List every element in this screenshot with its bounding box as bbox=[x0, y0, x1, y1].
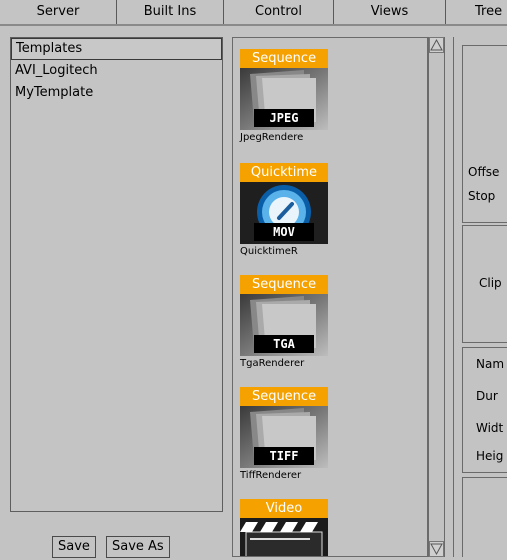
duration-label: Dur bbox=[476, 389, 498, 403]
renderer-header: Sequence bbox=[240, 49, 328, 68]
renderer-item-video[interactable]: Video bbox=[240, 499, 330, 556]
sequence-icon: TIFF bbox=[240, 406, 328, 468]
triangle-down-icon bbox=[430, 543, 443, 556]
format-label: TIFF bbox=[254, 447, 314, 465]
template-item-templates[interactable]: Templates bbox=[11, 38, 222, 60]
renderer-item-tga[interactable]: Sequence TGA TgaRenderer bbox=[240, 275, 330, 371]
width-label: Widt bbox=[476, 421, 504, 435]
height-label: Heig bbox=[476, 449, 504, 463]
template-item-mytemplate[interactable]: MyTemplate bbox=[11, 82, 222, 104]
tab-tree[interactable]: Tree bbox=[446, 0, 507, 24]
tab-views[interactable]: Views bbox=[334, 0, 446, 24]
renderer-header: Sequence bbox=[240, 387, 328, 406]
sequence-icon: JPEG bbox=[240, 68, 328, 130]
tab-built-ins[interactable]: Built Ins bbox=[117, 0, 224, 24]
renderer-scrollbar[interactable] bbox=[428, 37, 445, 557]
renderer-caption: TiffRenderer bbox=[240, 470, 302, 481]
renderer-caption: QuicktimeR bbox=[240, 246, 298, 257]
save-button[interactable]: Save bbox=[52, 536, 96, 558]
renderer-list[interactable]: Sequence JPEG JpegRendere Quicktime MOV … bbox=[232, 37, 428, 557]
renderer-header: Video bbox=[240, 499, 328, 518]
format-label: MOV bbox=[254, 223, 314, 241]
scroll-up-button[interactable] bbox=[429, 37, 444, 53]
renderer-caption: JpegRendere bbox=[240, 132, 304, 143]
scroll-down-button[interactable] bbox=[429, 541, 444, 557]
template-list[interactable]: Templates AVI_Logitech MyTemplate bbox=[10, 37, 223, 512]
bottom-group bbox=[462, 477, 507, 557]
tab-control[interactable]: Control bbox=[224, 0, 334, 24]
renderer-item-tiff[interactable]: Sequence TIFF TiffRenderer bbox=[240, 387, 330, 483]
renderer-item-jpeg[interactable]: Sequence JPEG JpegRendere bbox=[240, 49, 330, 145]
offset-label: Offse bbox=[468, 165, 500, 179]
clip-label: Clip bbox=[479, 276, 502, 290]
renderer-header: Sequence bbox=[240, 275, 328, 294]
quicktime-icon: MOV bbox=[240, 182, 328, 244]
name-label: Nam bbox=[476, 357, 505, 371]
stop-label: Stop bbox=[468, 189, 496, 203]
renderer-caption: TgaRenderer bbox=[240, 358, 305, 369]
renderer-item-mov[interactable]: Quicktime MOV QuicktimeR bbox=[240, 163, 330, 259]
triangle-up-icon bbox=[430, 38, 443, 51]
clapperboard-icon bbox=[240, 518, 328, 556]
template-item-avi-logitech[interactable]: AVI_Logitech bbox=[11, 60, 222, 82]
sequence-icon: TGA bbox=[240, 294, 328, 356]
save-as-button[interactable]: Save As bbox=[106, 536, 170, 558]
format-label: JPEG bbox=[254, 109, 314, 127]
format-label: TGA bbox=[254, 335, 314, 353]
menu-tab-bar: Server Built Ins Control Views Tree bbox=[0, 0, 507, 26]
tab-server[interactable]: Server bbox=[0, 0, 117, 24]
renderer-header: Quicktime bbox=[240, 163, 328, 182]
properties-panel: Offse Stop Clip Nam Dur Widt Heig bbox=[453, 37, 507, 557]
